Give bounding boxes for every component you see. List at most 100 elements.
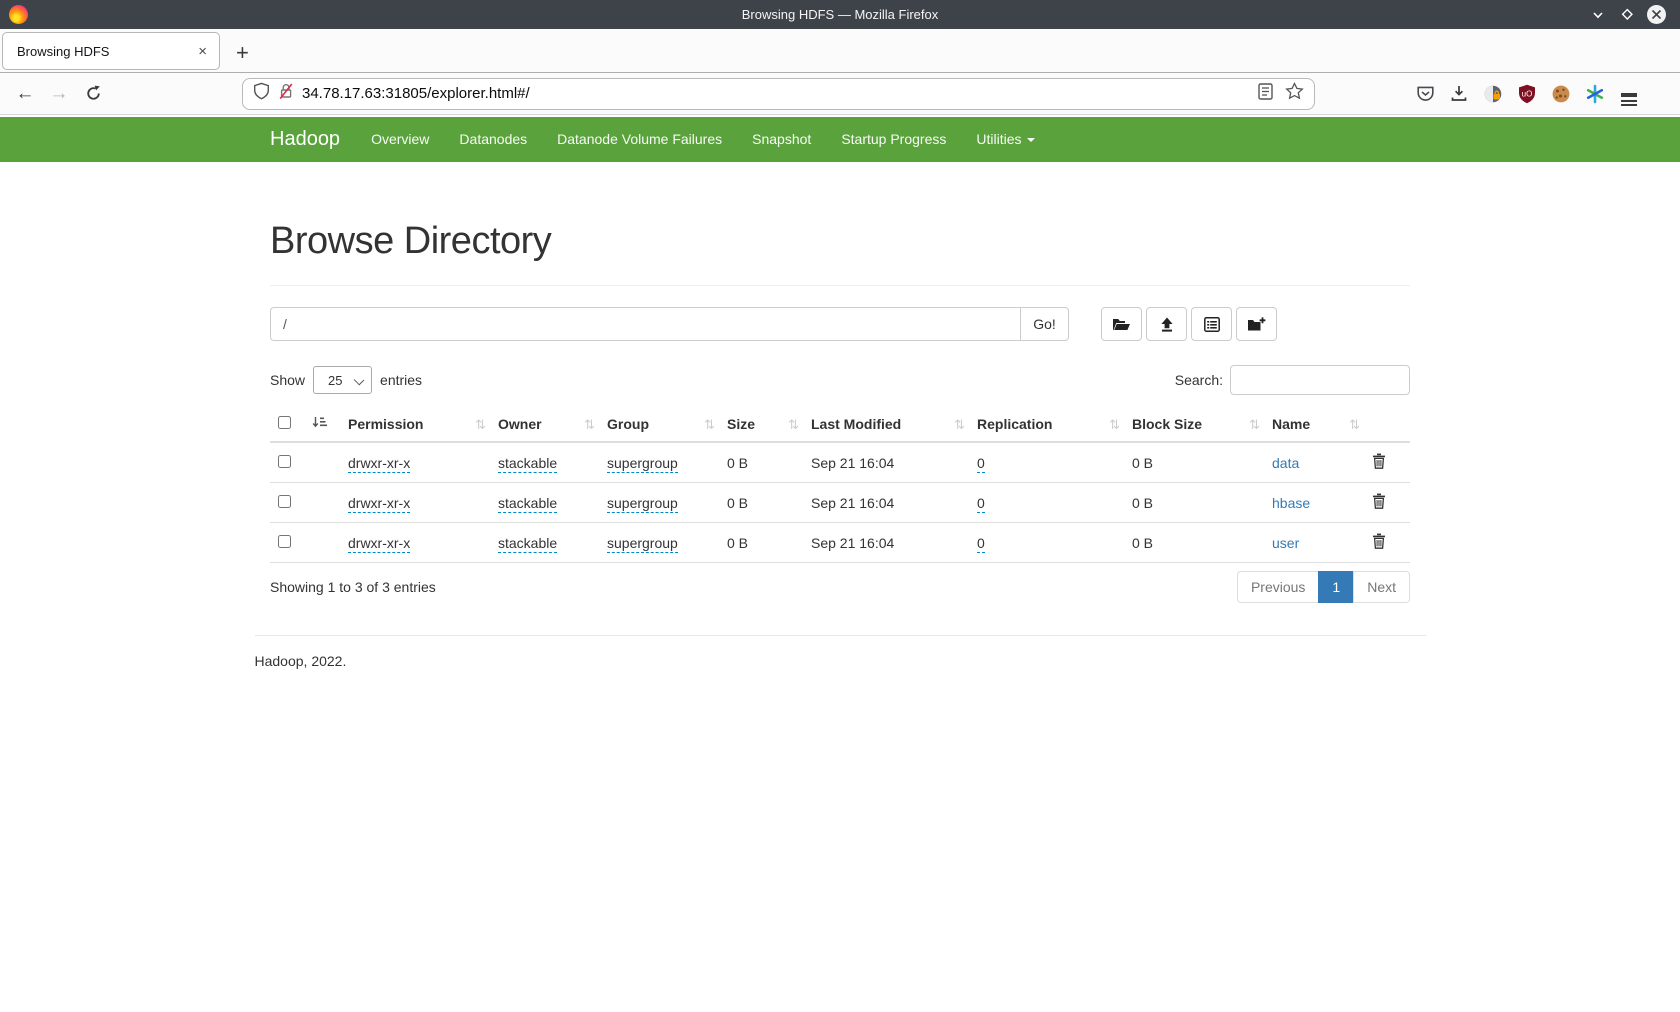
table-header-row: Permission⇅ Owner⇅ Group⇅ Size⇅ Last Mod… xyxy=(270,407,1410,442)
insecure-lock-icon[interactable] xyxy=(278,82,294,105)
nav-link-utilities[interactable]: Utilities xyxy=(961,117,1049,162)
chevron-down-icon xyxy=(1027,138,1035,142)
page-title: Browse Directory xyxy=(270,220,1410,263)
column-header-last-modified[interactable]: Last Modified⇅ xyxy=(803,407,969,442)
go-button[interactable]: Go! xyxy=(1020,307,1069,341)
upload-file-button[interactable] xyxy=(1146,307,1187,341)
tab-strip: Browsing HDFS × + xyxy=(0,29,1680,73)
trash-icon[interactable] xyxy=(1372,456,1386,472)
sort-arrows-icon[interactable]: ⇅ xyxy=(704,417,715,433)
directory-path-input[interactable] xyxy=(270,307,1020,341)
row-checkbox[interactable] xyxy=(278,495,291,508)
permission-cell[interactable]: drwxr-xr-x xyxy=(348,495,410,513)
replication-cell[interactable]: 0 xyxy=(977,455,985,473)
cookie-icon[interactable] xyxy=(1549,82,1573,106)
maximize-diamond-icon[interactable] xyxy=(1618,6,1636,24)
bookmark-star-icon[interactable] xyxy=(1285,82,1304,105)
list-icon xyxy=(1204,317,1220,332)
owner-cell[interactable]: stackable xyxy=(498,455,557,473)
column-header-group[interactable]: Group⇅ xyxy=(599,407,719,442)
new-tab-button[interactable]: + xyxy=(236,42,249,64)
nav-link-datanode-volume-failures[interactable]: Datanode Volume Failures xyxy=(542,117,737,162)
close-icon[interactable] xyxy=(1647,5,1666,24)
divider xyxy=(270,285,1410,286)
table-row: drwxr-xr-x stackable supergroup 0 B Sep … xyxy=(270,483,1410,523)
nav-link-overview[interactable]: Overview xyxy=(356,117,444,162)
row-checkbox[interactable] xyxy=(278,535,291,548)
nav-link-datanodes[interactable]: Datanodes xyxy=(444,117,542,162)
hadoop-navbar: Hadoop Overview Datanodes Datanode Volum… xyxy=(0,117,1680,162)
replication-cell[interactable]: 0 xyxy=(977,535,985,553)
navbar-brand[interactable]: Hadoop xyxy=(270,128,340,151)
ublock-icon[interactable]: uO xyxy=(1515,82,1539,106)
cut-paste-button[interactable] xyxy=(1101,307,1142,341)
group-cell[interactable]: supergroup xyxy=(607,535,678,553)
set-quota-button[interactable] xyxy=(1191,307,1232,341)
create-directory-button[interactable] xyxy=(1236,307,1277,341)
size-cell: 0 B xyxy=(719,523,803,563)
sort-arrows-icon[interactable]: ⇅ xyxy=(1249,417,1260,433)
url-text[interactable]: 34.78.17.63:31805/explorer.html#/ xyxy=(302,85,1250,102)
trash-icon[interactable] xyxy=(1372,496,1386,512)
reader-mode-icon[interactable] xyxy=(1258,83,1273,105)
permission-cell[interactable]: drwxr-xr-x xyxy=(348,455,410,473)
sort-arrows-icon[interactable]: ⇅ xyxy=(1109,417,1120,433)
back-button[interactable]: ← xyxy=(12,81,38,107)
replication-cell[interactable]: 0 xyxy=(977,495,985,513)
nav-link-startup-progress[interactable]: Startup Progress xyxy=(826,117,961,162)
owner-cell[interactable]: stackable xyxy=(498,495,557,513)
tab-close-icon[interactable]: × xyxy=(198,44,207,59)
pagination-page-1[interactable]: 1 xyxy=(1318,571,1354,603)
column-header-name[interactable]: Name⇅ xyxy=(1264,407,1364,442)
sort-icon xyxy=(312,416,327,429)
entries-select[interactable]: 25 xyxy=(313,366,372,394)
nav-link-snapshot[interactable]: Snapshot xyxy=(737,117,826,162)
row-checkbox[interactable] xyxy=(278,455,291,468)
firefox-logo xyxy=(9,5,28,24)
window-title: Browsing HDFS — Mozilla Firefox xyxy=(0,7,1680,22)
upload-icon xyxy=(1159,317,1175,332)
svg-text:uO: uO xyxy=(1522,89,1533,98)
sort-arrows-icon[interactable]: ⇅ xyxy=(1349,417,1360,433)
search-label: Search: xyxy=(1175,372,1223,388)
block-size-cell: 0 B xyxy=(1124,523,1264,563)
sort-arrows-icon[interactable]: ⇅ xyxy=(788,417,799,433)
pagination-next[interactable]: Next xyxy=(1353,571,1410,603)
select-all-checkbox[interactable] xyxy=(278,416,291,429)
permission-cell[interactable]: drwxr-xr-x xyxy=(348,535,410,553)
column-header-replication[interactable]: Replication⇅ xyxy=(969,407,1124,442)
sort-arrows-icon[interactable]: ⇅ xyxy=(954,417,965,433)
last-modified-cell: Sep 21 16:04 xyxy=(803,483,969,523)
sorted-column-header[interactable] xyxy=(304,407,340,442)
browser-toolbar: ← → 34.78.17.63:31805/explorer.html#/ xyxy=(0,73,1680,115)
directory-link[interactable]: data xyxy=(1272,455,1299,471)
directory-link[interactable]: user xyxy=(1272,535,1299,551)
column-header-block-size[interactable]: Block Size⇅ xyxy=(1124,407,1264,442)
column-header-owner[interactable]: Owner⇅ xyxy=(490,407,599,442)
sort-arrows-icon[interactable]: ⇅ xyxy=(584,417,595,433)
pocket-icon[interactable] xyxy=(1413,82,1437,106)
tab-title: Browsing HDFS xyxy=(17,44,109,59)
directory-link[interactable]: hbase xyxy=(1272,495,1310,511)
download-icon[interactable] xyxy=(1447,82,1471,106)
entries-label: entries xyxy=(380,372,422,388)
group-cell[interactable]: supergroup xyxy=(607,455,678,473)
table-row: drwxr-xr-x stackable supergroup 0 B Sep … xyxy=(270,523,1410,563)
asterisk-extension-icon[interactable] xyxy=(1583,82,1607,106)
group-cell[interactable]: supergroup xyxy=(607,495,678,513)
trash-icon[interactable] xyxy=(1372,536,1386,552)
url-bar[interactable]: 34.78.17.63:31805/explorer.html#/ xyxy=(242,78,1315,110)
owner-cell[interactable]: stackable xyxy=(498,535,557,553)
pagination-previous[interactable]: Previous xyxy=(1237,571,1319,603)
search-input[interactable] xyxy=(1230,365,1410,395)
column-header-permission[interactable]: Permission⇅ xyxy=(340,407,490,442)
open-folder-icon xyxy=(1112,317,1131,332)
reload-button[interactable] xyxy=(80,81,106,107)
privacy-mask-icon[interactable] xyxy=(1481,82,1505,106)
sort-arrows-icon[interactable]: ⇅ xyxy=(475,417,486,433)
menu-icon[interactable] xyxy=(1617,82,1641,106)
column-header-size[interactable]: Size⇅ xyxy=(719,407,803,442)
minimize-chevron-icon[interactable] xyxy=(1589,6,1607,24)
tracking-shield-icon[interactable] xyxy=(253,82,270,105)
tab-browsing-hdfs[interactable]: Browsing HDFS × xyxy=(2,32,220,70)
